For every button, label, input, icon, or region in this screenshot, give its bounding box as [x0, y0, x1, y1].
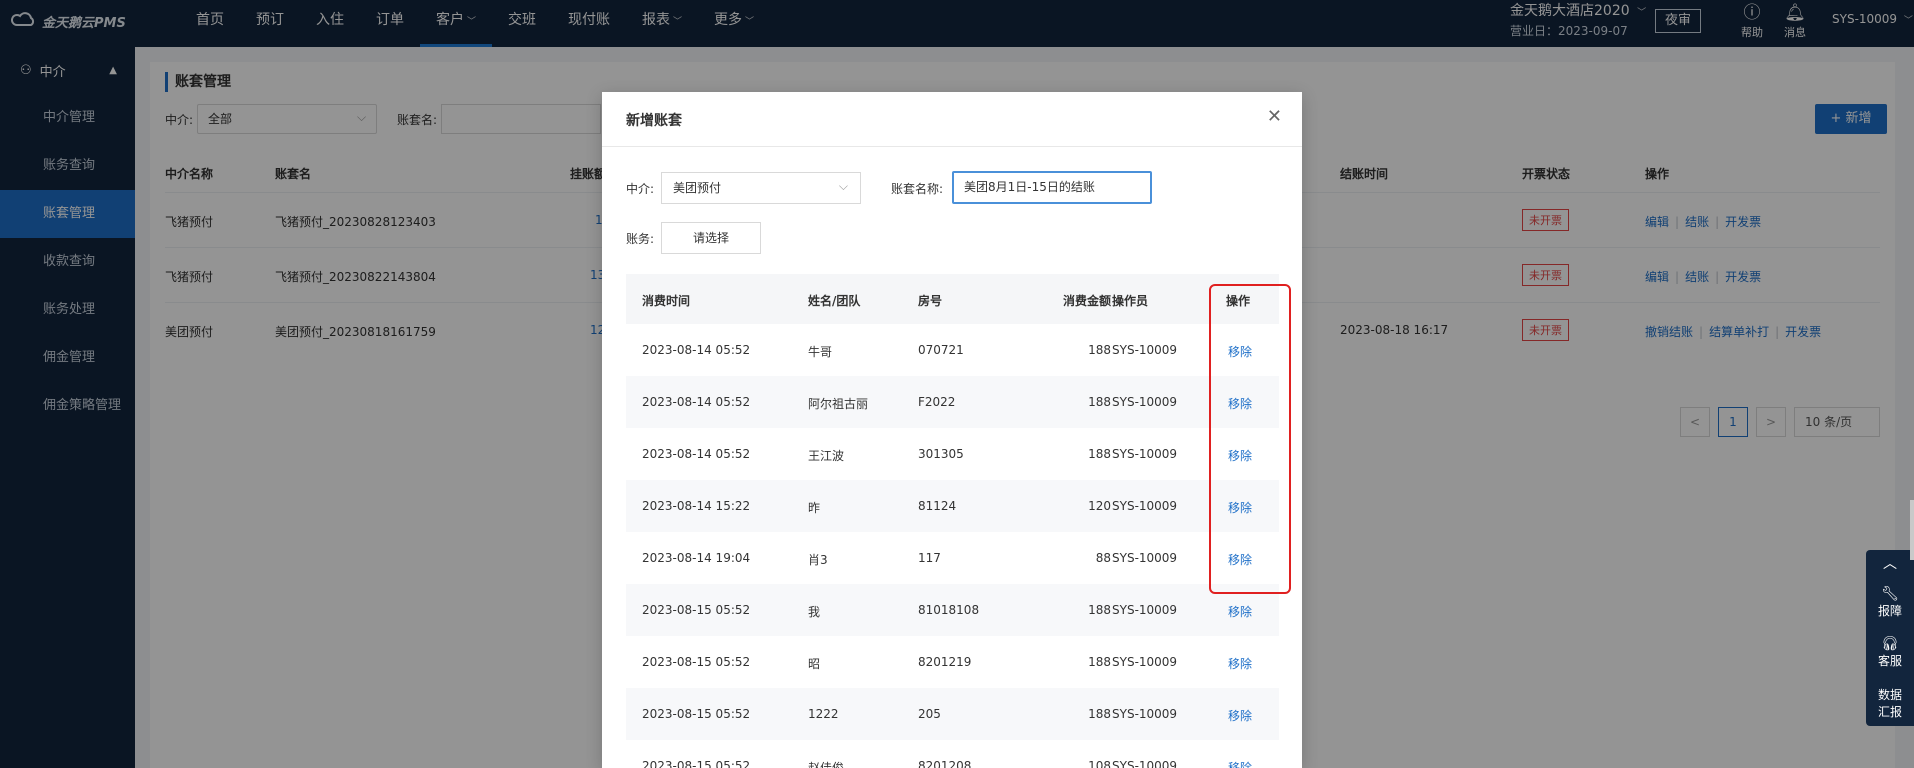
remove-link[interactable]: 移除 [1228, 603, 1252, 620]
column-header: 消费金额 [1062, 294, 1111, 308]
cell-guest: 赵佳俊 [808, 761, 845, 768]
cell-amount: 188 [1088, 603, 1111, 617]
table-row: 2023-08-14 05:52 阿尔祖古丽 F2022 188 SYS-100… [626, 376, 1279, 428]
column-header: 房号 [918, 294, 943, 308]
cell-room: 8201219 [918, 655, 972, 669]
cell-time: 2023-08-14 15:22 [642, 499, 751, 513]
table-row: 2023-08-15 05:52 我 81018108 188 SYS-1000… [626, 584, 1279, 636]
cell-operator: SYS-10009 [1112, 551, 1178, 565]
remove-link[interactable]: 移除 [1228, 759, 1252, 768]
ledger-name-label: 账套名称: [891, 182, 944, 196]
cell-room: F2022 [918, 395, 956, 409]
divider [602, 146, 1302, 147]
table-row: 2023-08-14 15:22 昨 81124 120 SYS-10009 移… [626, 480, 1279, 532]
chevron-up-icon: ︿ [1883, 556, 1897, 572]
cell-amount: 188 [1088, 707, 1111, 721]
customer-service-button[interactable]: 🎧︎ 客服 [1866, 630, 1914, 680]
highlight-box [1209, 284, 1291, 594]
cell-amount: 188 [1088, 447, 1111, 461]
cell-guest: 阿尔祖古丽 [808, 397, 869, 411]
cell-room: 070721 [918, 343, 964, 357]
cell-time: 2023-08-15 05:52 [642, 707, 751, 721]
cell-time: 2023-08-15 05:52 [642, 759, 751, 768]
cell-time: 2023-08-14 05:52 [642, 447, 751, 461]
table-row: 2023-08-14 05:52 王江波 301305 188 SYS-1000… [626, 428, 1279, 480]
ledger-name-input[interactable]: 美团8月1日-15日的结账 [952, 171, 1152, 204]
table-row: 2023-08-15 05:52 赵佳俊 8201208 108 SYS-100… [626, 740, 1279, 768]
cell-operator: SYS-10009 [1112, 655, 1178, 669]
cell-time: 2023-08-14 19:04 [642, 551, 751, 565]
cell-guest: 牛哥 [808, 345, 833, 359]
cell-time: 2023-08-14 05:52 [642, 343, 751, 357]
table-row: 2023-08-15 05:52 昭 8201219 188 SYS-10009… [626, 636, 1279, 688]
cell-time: 2023-08-15 05:52 [642, 655, 751, 669]
report-issue-button[interactable]: 🔧︎ 报障 [1866, 580, 1914, 630]
cell-room: 117 [918, 551, 941, 565]
scrollbar[interactable] [1910, 500, 1914, 560]
data-report-button[interactable]: 数据汇报 [1866, 680, 1914, 730]
cell-guest: 昭 [808, 657, 821, 671]
cell-time: 2023-08-14 05:52 [642, 395, 751, 409]
cell-guest: 昨 [808, 501, 821, 515]
cell-operator: SYS-10009 [1112, 395, 1178, 409]
cell-operator: SYS-10009 [1112, 759, 1178, 768]
cell-room: 205 [918, 707, 941, 721]
agent-label: 中介: [626, 182, 655, 196]
scroll-top-button[interactable]: ︿ [1866, 550, 1914, 580]
agent-select[interactable]: 美团预付 [661, 171, 861, 204]
cell-guest: 我 [808, 605, 821, 619]
headset-icon: 🎧︎ [1881, 636, 1899, 652]
cell-room: 8201208 [918, 759, 972, 768]
cell-operator: SYS-10009 [1112, 447, 1178, 461]
table-row: 2023-08-14 05:52 牛哥 070721 188 SYS-10009… [626, 324, 1279, 376]
column-header: 消费时间 [642, 294, 691, 308]
cell-guest: 1222 [808, 707, 839, 721]
cell-operator: SYS-10009 [1112, 707, 1178, 721]
table-header: 消费时间 姓名/团队 房号 消费金额 操作员 操作 [626, 274, 1279, 324]
dialog-title: 新增账套 [626, 113, 682, 129]
wrench-icon: 🔧︎ [1881, 586, 1899, 602]
cell-room: 81018108 [918, 603, 980, 617]
table-row: 2023-08-14 19:04 肖3 117 88 SYS-10009 移除 [626, 532, 1279, 584]
account-label: 账务: [626, 232, 655, 246]
cell-time: 2023-08-15 05:52 [642, 603, 751, 617]
cell-guest: 王江波 [808, 449, 845, 463]
column-header: 操作员 [1112, 294, 1149, 308]
cell-operator: SYS-10009 [1112, 603, 1178, 617]
remove-link[interactable]: 移除 [1228, 707, 1252, 724]
cell-room: 301305 [918, 447, 964, 461]
close-icon[interactable]: ✕ [1267, 106, 1282, 127]
cell-operator: SYS-10009 [1112, 343, 1178, 357]
cell-amount: 108 [1088, 759, 1111, 768]
floating-toolbar: ︿ 🔧︎ 报障 🎧︎ 客服 数据汇报 [1866, 550, 1914, 726]
select-account-button[interactable]: 请选择 [661, 222, 761, 254]
cell-amount: 120 [1088, 499, 1111, 513]
column-header: 姓名/团队 [808, 294, 861, 308]
cell-operator: SYS-10009 [1112, 499, 1178, 513]
cell-amount: 88 [1095, 551, 1111, 565]
cell-amount: 188 [1088, 343, 1111, 357]
new-ledger-dialog: 新增账套 ✕ 中介: 美团预付 账套名称: 美团8月1日-15日的结账 账务: … [602, 92, 1302, 768]
cell-amount: 188 [1088, 395, 1111, 409]
table-row: 2023-08-15 05:52 1222 205 188 SYS-10009 … [626, 688, 1279, 740]
remove-link[interactable]: 移除 [1228, 655, 1252, 672]
cell-guest: 肖3 [808, 553, 828, 567]
cell-room: 81124 [918, 499, 957, 513]
cell-amount: 188 [1088, 655, 1111, 669]
